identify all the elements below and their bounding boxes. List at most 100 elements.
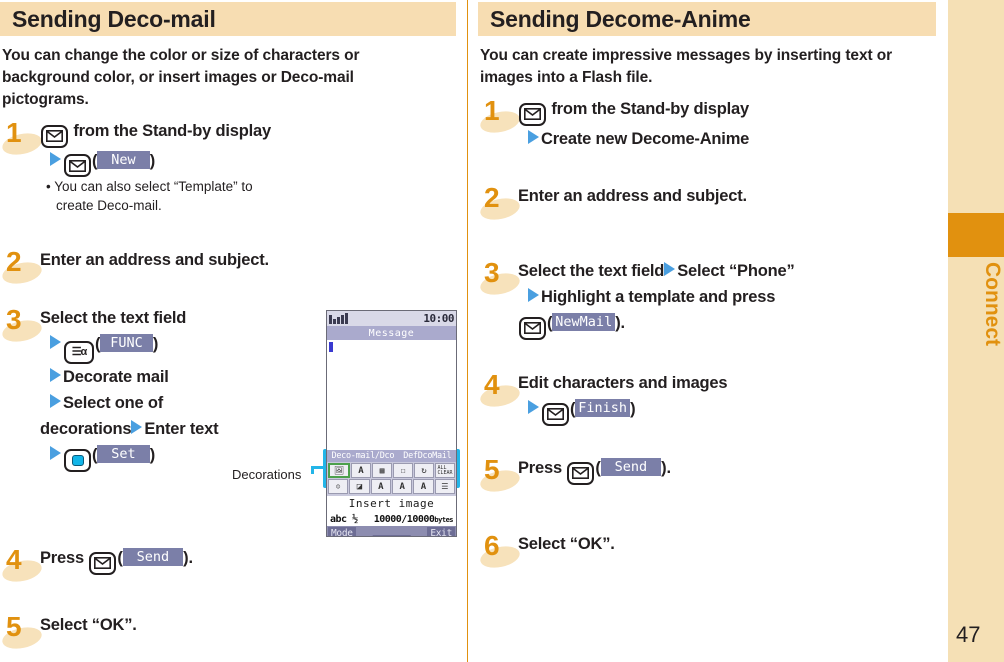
palette-status-text: Insert image — [327, 496, 456, 512]
undo-icon[interactable]: ↻ — [414, 463, 434, 478]
step-text: Enter an address and subject. — [518, 187, 747, 205]
phone-status-bar: 10:00 — [327, 311, 456, 326]
step-body: Select “OK”. — [40, 612, 137, 638]
insert-image-icon[interactable]: 🖼 — [328, 463, 350, 478]
right-section-heading-bar: Sending Decome-Anime — [478, 2, 936, 36]
softkey-chip: FUNC — [100, 334, 153, 352]
no-blink-icon[interactable]: ◪ — [349, 479, 370, 494]
step-arrow-icon — [50, 335, 61, 349]
all-clear-icon[interactable]: ALL CLEAR — [435, 463, 455, 478]
callout-leader-elbow — [311, 466, 314, 474]
step-line: Enter an address and subject. — [40, 247, 269, 273]
step-number: 6 — [484, 530, 500, 561]
step-line: Press (Send). — [40, 545, 193, 575]
step-text: Enter text — [144, 420, 219, 438]
signal-icon — [329, 313, 348, 324]
step-number: 5 — [484, 454, 500, 485]
step-arrow-icon — [50, 446, 61, 460]
step-text: ) — [152, 335, 159, 353]
step-arrow-icon — [50, 394, 61, 408]
phone-screenshot: 10:00 Message Deco-mail/Dco DefDcoMail 🖼… — [326, 310, 457, 537]
step-number: 2 — [484, 182, 500, 213]
step-note: create Deco-mail. — [56, 198, 162, 213]
step-body: Press (Send). — [518, 455, 671, 485]
step-body: Enter an address and subject. — [518, 183, 747, 209]
mail-key-icon — [519, 316, 546, 340]
step-text: Decorate mail — [63, 368, 169, 386]
step-number: 4 — [6, 544, 22, 575]
pictogram-icon[interactable]: ☺ — [328, 479, 349, 494]
step-arrow-icon — [528, 288, 539, 302]
func-key-icon: ☰α — [64, 341, 94, 364]
step-line: Press (Send). — [518, 455, 671, 485]
byte-unit: bytes — [434, 515, 453, 524]
line-insert-icon[interactable]: ☰ — [434, 479, 455, 494]
decoration-palette: 🖼 A ▦ ☐ ↻ ALL CLEAR ☺ ◪ A A A ☰ — [327, 462, 456, 496]
step-arrow-icon — [50, 151, 61, 166]
step-line: Decorate mail — [40, 364, 218, 390]
frame-icon[interactable]: ☐ — [393, 463, 413, 478]
step-line: (Finish) — [518, 396, 727, 426]
mail-key-icon — [64, 154, 91, 177]
side-tab-marker — [948, 213, 1004, 257]
step-text: ) — [149, 151, 156, 170]
left-section-heading-bar: Sending Deco-mail — [0, 2, 456, 36]
step-arrow-icon — [50, 368, 61, 382]
step-body: from the Stand-by display (New) • You can … — [40, 118, 271, 215]
step-number: 3 — [484, 257, 500, 288]
step-text: Select the text field — [40, 309, 187, 327]
step-text: Select “OK”. — [40, 616, 137, 634]
align-left-icon[interactable]: A — [391, 479, 413, 494]
mail-key-icon — [542, 402, 569, 426]
step-body: Select the text field Select “Phone” Highl… — [518, 258, 795, 340]
byte-counter: 10000/10000 — [373, 513, 435, 525]
step-line: Select “OK”. — [40, 612, 137, 638]
step-text: ). — [615, 314, 625, 332]
step-text: ). — [183, 549, 193, 567]
step-text: Select one of — [63, 394, 164, 412]
step-text: decorations — [40, 420, 132, 438]
softkey-chip: Set — [97, 445, 150, 463]
left-section-title: Sending Deco-mail — [12, 5, 216, 32]
mail-key-icon — [519, 102, 546, 126]
step-body: Enter an address and subject. — [40, 247, 269, 273]
left-column: Sending Deco-mail You can change the col… — [0, 0, 460, 662]
step-line: from the Stand-by display — [40, 118, 271, 148]
text-caret-icon — [329, 342, 333, 352]
step-text: Create new Decome-Anime — [541, 129, 750, 148]
side-tab: Connect 47 — [948, 0, 1004, 662]
step-line: from the Stand-by display — [518, 96, 749, 126]
step-text: ). — [661, 459, 671, 477]
step-number: 1 — [6, 117, 22, 148]
step-line: Enter an address and subject. — [518, 183, 747, 209]
step-text: ) — [630, 400, 636, 418]
font-color-icon[interactable]: A — [351, 463, 371, 478]
step-body: Select the text field ☰α(FUNC) Decorate ma… — [40, 305, 219, 472]
background-color-icon[interactable]: ▦ — [372, 463, 392, 478]
softkey-chip: NewMail — [552, 313, 616, 331]
decorations-callout-label: Decorations — [232, 467, 302, 482]
step-line: ☰α(FUNC) — [40, 331, 218, 364]
step-text: Select the text field — [518, 262, 665, 280]
center-key-icon — [64, 449, 91, 472]
step-number: 5 — [6, 611, 22, 642]
step-text: Highlight a template and press — [541, 288, 776, 306]
step-line: Select one of — [40, 390, 218, 416]
softkey-chip: Send — [122, 548, 184, 566]
step-body: Select “OK”. — [518, 531, 615, 557]
step-line: (New) — [40, 148, 271, 177]
font-size-icon[interactable]: A — [370, 479, 391, 494]
page-number: 47 — [956, 622, 981, 647]
step-line: Select “OK”. — [518, 531, 615, 557]
palette-row-1: 🖼 A ▦ ☐ ↻ ALL CLEAR — [328, 463, 455, 478]
right-intro-text: You can create impressive messages by in… — [480, 47, 893, 86]
step-text: Edit characters and images — [518, 374, 728, 392]
softkey-chip: New — [97, 150, 150, 169]
step-number: 3 — [6, 304, 22, 335]
right-section-title: Sending Decome-Anime — [490, 5, 751, 32]
step-text: Enter an address and subject. — [40, 251, 269, 269]
step-body: from the Stand-by display Create new Deco… — [518, 96, 749, 152]
align-center-icon[interactable]: A — [413, 479, 434, 494]
step-line: decorations Enter text — [40, 416, 219, 442]
step-line: Edit characters and images — [518, 370, 728, 396]
